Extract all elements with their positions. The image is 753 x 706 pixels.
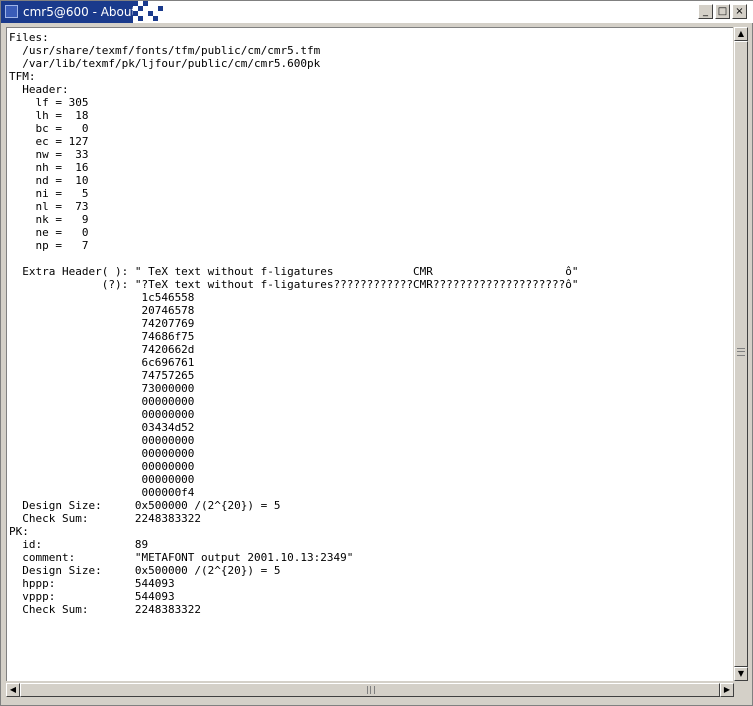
info-line: Design Size: 0x500000 /(2^{20}) = 5 <box>9 499 281 512</box>
info-line: 1c546558 <box>9 291 195 304</box>
vertical-scroll-thumb[interactable] <box>734 41 748 667</box>
info-line: 00000000 <box>9 408 195 421</box>
info-line: /var/lib/texmf/pk/ljfour/public/cm/cmr5.… <box>9 57 321 70</box>
info-line: 73000000 <box>9 382 195 395</box>
vertical-scrollbar[interactable]: ▲ ▼ <box>734 27 748 681</box>
info-line: Check Sum: 2248383322 <box>9 512 202 525</box>
info-line: 7420662d <box>9 343 195 356</box>
info-line: 03434d52 <box>9 421 195 434</box>
info-line: Check Sum: 2248383322 <box>9 603 202 616</box>
info-line: nh = 16 <box>9 161 89 174</box>
info-line: np = 7 <box>9 239 89 252</box>
scroll-left-icon[interactable]: ◀ <box>6 683 20 697</box>
info-line: Header: <box>9 83 69 96</box>
info-line: (?): "?TeX text without f-ligatures?????… <box>9 278 579 291</box>
info-line: Extra Header( ): " TeX text without f-li… <box>9 265 579 278</box>
title-bar[interactable]: cmr5@600 - About _ □ × <box>1 1 753 23</box>
info-line: 000000f4 <box>9 486 195 499</box>
info-line: 74207769 <box>9 317 195 330</box>
info-line: Files: <box>9 31 49 44</box>
window-menu-icon[interactable] <box>5 5 18 18</box>
info-line: Design Size: 0x500000 /(2^{20}) = 5 <box>9 564 281 577</box>
scroll-right-icon[interactable]: ▶ <box>720 683 734 697</box>
info-line: 00000000 <box>9 434 195 447</box>
scroll-corner <box>734 683 748 697</box>
scroll-down-icon[interactable]: ▼ <box>734 667 748 681</box>
close-button[interactable]: × <box>732 4 747 19</box>
window-title: cmr5@600 - About <box>23 5 137 19</box>
info-line: ec = 127 <box>9 135 89 148</box>
info-line: bc = 0 <box>9 122 89 135</box>
info-line: lf = 305 <box>9 96 89 109</box>
horizontal-scrollbar[interactable]: ◀ ▶ <box>6 683 734 697</box>
info-line: PK: <box>9 525 29 538</box>
info-line: 00000000 <box>9 395 195 408</box>
info-line: /usr/share/texmf/fonts/tfm/public/cm/cmr… <box>9 44 321 57</box>
horizontal-scroll-thumb[interactable] <box>20 683 720 697</box>
info-line: nl = 73 <box>9 200 89 213</box>
info-line: nw = 33 <box>9 148 89 161</box>
info-line: 00000000 <box>9 447 195 460</box>
about-window: cmr5@600 - About _ □ × Files: /usr/share… <box>0 0 753 706</box>
info-line: ne = 0 <box>9 226 89 239</box>
minimize-button[interactable]: _ <box>698 4 713 19</box>
info-line: 00000000 <box>9 460 195 473</box>
maximize-button[interactable]: □ <box>715 4 730 19</box>
info-line: 20746578 <box>9 304 195 317</box>
info-line: nd = 10 <box>9 174 89 187</box>
info-line: comment: "METAFONT output 2001.10.13:234… <box>9 551 354 564</box>
font-info-text: Files: /usr/share/texmf/fonts/tfm/public… <box>7 28 733 616</box>
info-line: ni = 5 <box>9 187 89 200</box>
vertical-thumb-grip-icon <box>737 348 745 356</box>
info-line: nk = 9 <box>9 213 89 226</box>
scroll-up-icon[interactable]: ▲ <box>734 27 748 41</box>
title-tab[interactable]: cmr5@600 - About <box>1 1 137 23</box>
horizontal-thumb-grip-icon <box>367 686 375 694</box>
info-line: TFM: <box>9 70 36 83</box>
info-line: 74757265 <box>9 369 195 382</box>
info-line: id: 89 <box>9 538 149 551</box>
info-line: 74686f75 <box>9 330 195 343</box>
info-line: lh = 18 <box>9 109 89 122</box>
about-text-area[interactable]: Files: /usr/share/texmf/fonts/tfm/public… <box>6 27 733 681</box>
info-line: vppp: 544093 <box>9 590 175 603</box>
info-line: 00000000 <box>9 473 195 486</box>
info-line: 6c696761 <box>9 356 195 369</box>
title-pixel-decoration <box>133 1 173 23</box>
info-line: hppp: 544093 <box>9 577 175 590</box>
